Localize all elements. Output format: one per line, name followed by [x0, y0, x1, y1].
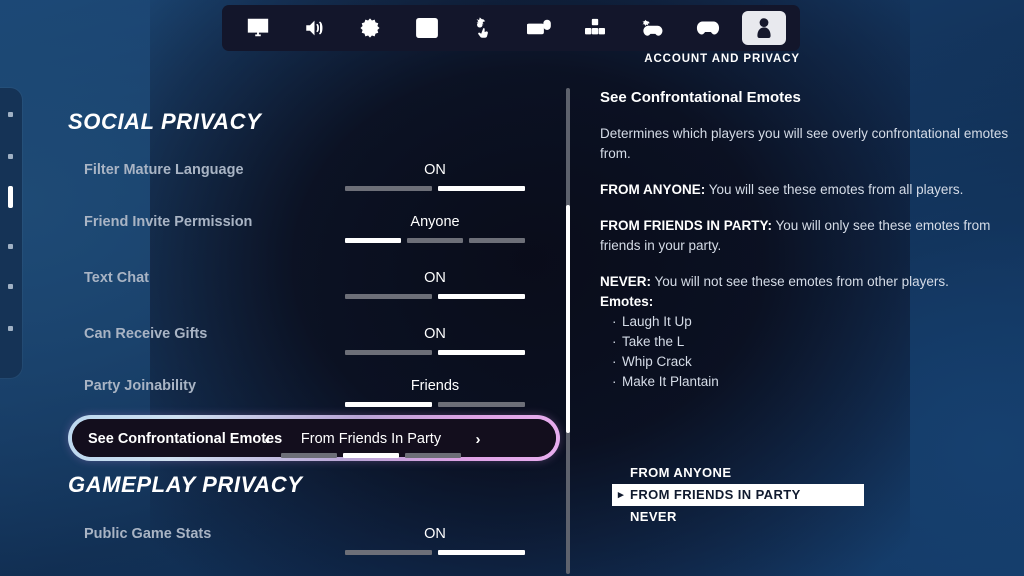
chevron-right-icon[interactable]: › [470, 430, 486, 448]
setting-value: ON [424, 162, 446, 178]
setting-label: Party Joinability [84, 378, 197, 394]
setting-value: ON [424, 270, 446, 286]
setting-label: Public Game Stats [84, 526, 212, 542]
segment-active [438, 294, 525, 299]
segment [345, 186, 432, 191]
setting-value: ON [424, 526, 446, 542]
section-title-gameplay-privacy: GAMEPLAY PRIVACY [68, 472, 303, 497]
segment-active [438, 186, 525, 191]
segment [345, 350, 432, 355]
option-from-friends-in-party[interactable]: FROM FRIENDS IN PARTY [612, 484, 864, 506]
setting-value: ON [424, 326, 446, 342]
option-from-anyone[interactable]: FROM ANYONE [612, 462, 864, 484]
setting-row-can-receive-gifts[interactable]: Can Receive Gifts ON [68, 318, 538, 362]
chevron-left-icon[interactable]: ‹ [259, 430, 275, 448]
gear-icon [359, 17, 381, 39]
keyboard-mouse-icon [527, 19, 551, 37]
setting-row-text-chat[interactable]: Text Chat ON [68, 262, 538, 306]
entry-term: NEVER: [600, 274, 652, 289]
setting-row-friend-invite-permission[interactable]: Friend Invite Permission Anyone [68, 206, 538, 250]
setting-label: See Confrontational Emotes [88, 431, 283, 447]
description-entry-from-friends-in-party: FROM FRIENDS IN PARTY: You will only see… [600, 216, 1024, 256]
segment-active [345, 238, 401, 243]
setting-value: Friends [410, 378, 460, 394]
tab-controller-config[interactable] [630, 11, 674, 45]
description-entry-never: NEVER: You will not see these emotes fro… [600, 272, 1024, 292]
setting-value: Anyone [410, 214, 460, 230]
tab-controller[interactable] [686, 11, 730, 45]
speaker-icon [303, 17, 326, 39]
emote-list-item: Laugh It Up [612, 312, 1024, 332]
setting-segment-bar[interactable] [281, 453, 461, 458]
tab-hud-layout[interactable] [405, 11, 449, 45]
description-text: Determines which players you will see ov… [600, 126, 1009, 161]
settings-tabbar [222, 5, 800, 51]
segment [469, 238, 525, 243]
section-title-social-privacy: SOCIAL PRIVACY [68, 109, 262, 134]
setting-segment-bar[interactable] [345, 186, 525, 191]
description-heading: See Confrontational Emotes [600, 89, 801, 106]
segment-active [438, 550, 525, 555]
dpad-keybinds-icon [584, 18, 606, 38]
controller-icon [696, 19, 720, 37]
emote-list-item: Whip Crack [612, 352, 1024, 372]
emotes-label: Emotes: [600, 294, 654, 309]
settings-screen: ACCOUNT AND PRIVACY SOCIAL PRIVACY Filte… [0, 0, 1024, 576]
setting-segment-bar[interactable] [345, 294, 525, 299]
segment [281, 453, 337, 458]
settings-list-panel: SOCIAL PRIVACY Filter Mature Language ON… [0, 84, 575, 576]
setting-row-public-game-stats[interactable]: Public Game Stats ON [68, 518, 538, 562]
scrollbar-thumb[interactable] [566, 205, 570, 433]
emote-list-item: Take the L [612, 332, 1024, 352]
option-list: FROM ANYONE FROM FRIENDS IN PARTY NEVER [612, 462, 864, 528]
accessibility-touch-icon [472, 17, 494, 39]
setting-row-filter-mature-language[interactable]: Filter Mature Language ON [68, 154, 538, 198]
setting-label: Friend Invite Permission [84, 214, 253, 230]
entry-text: You will see these emotes from all playe… [705, 182, 964, 197]
segment-active [438, 350, 525, 355]
setting-segment-bar[interactable] [345, 550, 525, 555]
monitor-icon [247, 17, 269, 39]
setting-segment-bar[interactable] [345, 402, 525, 407]
hud-layout-icon [415, 18, 438, 38]
controller-gear-icon [640, 18, 664, 38]
emotes-list: Laugh It Up Take the L Whip Crack Make I… [600, 312, 1024, 392]
tab-video[interactable] [236, 11, 280, 45]
setting-label: Text Chat [84, 270, 149, 286]
setting-label: Filter Mature Language [84, 162, 244, 178]
segment [405, 453, 461, 458]
tab-accessibility[interactable] [461, 11, 505, 45]
setting-label: Can Receive Gifts [84, 326, 208, 342]
segment [438, 402, 525, 407]
setting-row-see-confrontational-emotes-selected[interactable]: See Confrontational Emotes ‹ From Friend… [68, 415, 560, 461]
tab-keyboard-mouse[interactable] [517, 11, 561, 45]
setting-value: From Friends In Party [300, 431, 442, 447]
tab-account-and-privacy[interactable] [741, 11, 786, 45]
setting-row-party-joinability[interactable]: Party Joinability Friends [68, 370, 538, 414]
segment [345, 294, 432, 299]
person-icon [755, 17, 773, 39]
segment [345, 550, 432, 555]
entry-term: FROM ANYONE: [600, 182, 706, 197]
option-never[interactable]: NEVER [612, 506, 864, 528]
segment [407, 238, 463, 243]
entry-term: FROM FRIENDS IN PARTY: [600, 218, 772, 233]
setting-segment-bar[interactable] [345, 238, 525, 243]
emote-list-item: Make It Plantain [612, 372, 1024, 392]
tab-game[interactable] [348, 11, 392, 45]
entry-text: You will not see these emotes from other… [651, 274, 949, 289]
segment-active [343, 453, 399, 458]
active-tab-caption: ACCOUNT AND PRIVACY [644, 53, 800, 65]
description-entry-from-anyone: FROM ANYONE: You will see these emotes f… [600, 180, 1024, 200]
tab-audio[interactable] [292, 11, 336, 45]
tab-controller-keybinds[interactable] [573, 11, 617, 45]
setting-segment-bar[interactable] [345, 350, 525, 355]
segment-active [345, 402, 432, 407]
